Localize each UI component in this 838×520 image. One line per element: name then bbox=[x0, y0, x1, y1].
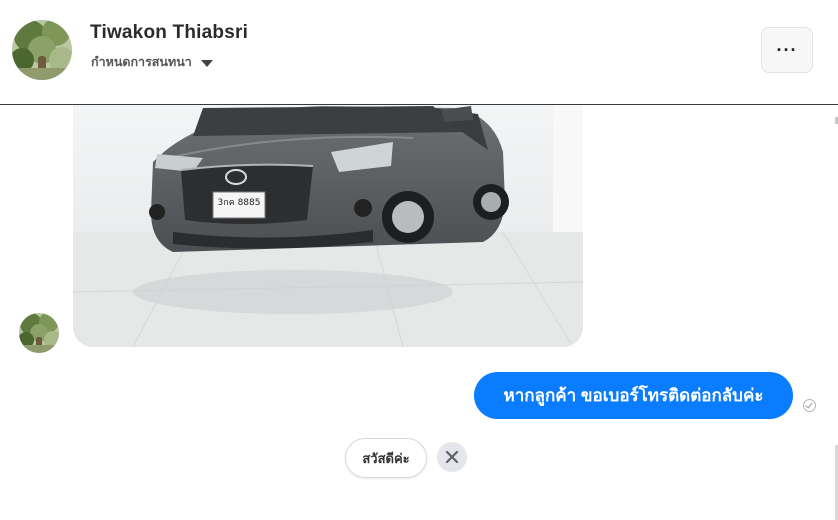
outgoing-message-bubble[interactable]: หากลูกค้า ขอเบอร์โทรติดต่อกลับค่ะ bbox=[474, 372, 793, 419]
conversation-header: Tiwakon Thiabsri กำหนดการสนทนา ··· bbox=[0, 0, 838, 105]
car-image: 3กค 8885 bbox=[73, 92, 583, 347]
close-icon bbox=[445, 450, 459, 464]
outgoing-message-text: หากลูกค้า ขอเบอร์โทรติดต่อกลับค่ะ bbox=[503, 386, 764, 405]
quick-reply-label: สวัสดีค่ะ bbox=[362, 450, 410, 466]
sender-avatar-image bbox=[19, 313, 59, 353]
contact-avatar[interactable] bbox=[12, 20, 72, 80]
message-sender-avatar[interactable] bbox=[19, 313, 59, 353]
seen-check-icon bbox=[803, 399, 816, 412]
dismiss-quick-reply-button[interactable] bbox=[437, 442, 467, 472]
more-dots-icon: ··· bbox=[776, 39, 798, 60]
more-options-button[interactable]: ··· bbox=[761, 27, 813, 73]
contact-name: Tiwakon Thiabsri bbox=[90, 22, 249, 43]
conversation-subtitle-label: กำหนดการสนทนา bbox=[91, 55, 192, 69]
avatar-image bbox=[12, 20, 72, 80]
caret-down-icon bbox=[200, 59, 213, 67]
quick-reply-chip[interactable]: สวัสดีค่ะ bbox=[345, 438, 427, 478]
license-plate-text: 3กค 8885 bbox=[218, 198, 261, 208]
shared-car-photo[interactable]: 3กค 8885 bbox=[73, 92, 583, 347]
conversation-subtitle-dropdown[interactable]: กำหนดการสนทนา bbox=[91, 52, 213, 72]
